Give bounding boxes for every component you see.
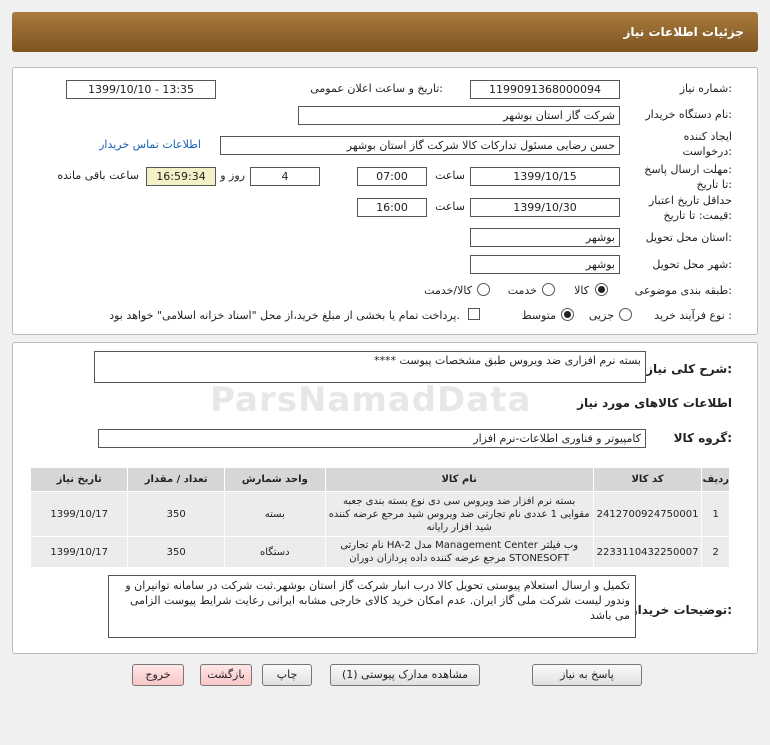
- cell-date: 1399/10/17: [29, 536, 129, 568]
- requester-label-2: درخواست:: [682, 145, 733, 158]
- need-number-label: شماره نیاز:: [679, 82, 732, 95]
- summary-field[interactable]: بسته نرم افزاری ضد ویروس طبق مشخصات پیوس…: [94, 351, 646, 383]
- buyer-notes-label: توضیحات خریدار:: [630, 603, 732, 617]
- process-radio-medium[interactable]: [561, 308, 574, 321]
- goods-info-title: اطلاعات کالاهای مورد نیاز: [577, 396, 732, 410]
- announce-label: تاریخ و ساعت اعلان عمومی:: [310, 82, 443, 95]
- buyer-org-field[interactable]: شرکت گاز استان بوشهر: [298, 106, 620, 125]
- province-field[interactable]: بوشهر: [470, 228, 620, 247]
- treasury-payment-checkbox[interactable]: [468, 308, 480, 320]
- category-radio-service[interactable]: [542, 283, 555, 296]
- table-row[interactable]: 2 2233110432250007 وب فیلتر Management C…: [29, 536, 730, 568]
- col-qty: تعداد / مقدار: [127, 467, 225, 492]
- category-option-service: خدمت: [507, 284, 537, 297]
- category-label: طبقه بندی موضوعی:: [634, 284, 732, 297]
- need-number-field[interactable]: 1199091368000094: [470, 80, 620, 99]
- buyer-org-label: نام دستگاه خریدار:: [645, 108, 732, 121]
- group-label: گروه کالا:: [673, 431, 732, 445]
- validity-date-field[interactable]: 1399/10/30: [470, 198, 620, 217]
- process-radio-minor[interactable]: [619, 308, 632, 321]
- cell-date: 1399/10/17: [29, 491, 129, 537]
- cell-code: 2233110432250007: [592, 536, 703, 568]
- deadline-time-field[interactable]: 07:00: [357, 167, 427, 186]
- deadline-label-1: مهلت ارسال پاسخ:: [644, 163, 732, 176]
- cell-qty: 350: [127, 491, 225, 537]
- summary-label: شرح کلی نیاز:: [646, 362, 732, 376]
- remaining-label: ساعت باقی مانده: [57, 169, 139, 182]
- requester-field[interactable]: حسن رضایی مسئول تدارکات کالا شرکت گاز اس…: [220, 136, 620, 155]
- col-row: ردیف: [701, 467, 730, 492]
- cell-row: 1: [701, 491, 730, 537]
- requester-label-1: ایجاد کننده: [683, 130, 732, 143]
- print-button[interactable]: چاپ: [262, 664, 312, 686]
- col-code: کد کالا: [592, 467, 703, 492]
- category-option-goods: کالا: [574, 284, 589, 297]
- table-header-row: ردیف کد کالا نام کالا واحد شمارش تعداد /…: [29, 467, 730, 492]
- cell-unit: دستگاه: [223, 536, 326, 568]
- validity-label-2: قیمت: تا تاریخ:: [663, 209, 732, 222]
- process-option-minor: جزیی: [588, 309, 614, 322]
- cell-unit: بسته: [223, 491, 326, 537]
- process-label: نوع فرآیند خرید :: [654, 309, 732, 322]
- deadline-label-2: تا تاریخ:: [696, 178, 732, 191]
- cell-name: وب فیلتر Management Center مدل HA-2 نام …: [324, 536, 594, 568]
- items-table: ردیف کد کالا نام کالا واحد شمارش تعداد /…: [29, 467, 730, 568]
- remaining-time-field: 16:59:34: [146, 167, 216, 186]
- process-option-medium: متوسط: [521, 309, 556, 322]
- exit-button[interactable]: خروج: [132, 664, 184, 686]
- category-option-both: کالا/خدمت: [424, 284, 472, 297]
- cell-code: 2412700924750001: [592, 491, 703, 537]
- days-field[interactable]: 4: [250, 167, 320, 186]
- page-title: جزئیات اطلاعات نیاز: [623, 25, 744, 39]
- table-row[interactable]: 1 2412700924750001 بسته نرم افزار ضد ویر…: [29, 491, 730, 537]
- payment-note: پرداخت تمام یا بخشی از مبلغ خرید،از محل …: [109, 309, 460, 322]
- validity-label-1: حداقل تاریخ اعتبار: [648, 194, 732, 207]
- city-label: شهر محل تحویل:: [652, 258, 732, 271]
- validity-time-label: ساعت: [435, 200, 465, 213]
- header-bar: جزئیات اطلاعات نیاز: [12, 12, 758, 52]
- announce-field[interactable]: 1399/10/10 - 13:35: [66, 80, 216, 99]
- category-radio-goods[interactable]: [595, 283, 608, 296]
- days-label: روز و: [220, 169, 245, 182]
- contact-info-link[interactable]: اطلاعات تماس خریدار: [99, 138, 201, 151]
- col-unit: واحد شمارش: [223, 467, 326, 492]
- validity-time-field[interactable]: 16:00: [357, 198, 427, 217]
- buyer-notes-field[interactable]: تکمیل و ارسال استعلام پیوستی تحویل کالا …: [108, 575, 636, 638]
- deadline-time-label: ساعت: [435, 169, 465, 182]
- col-date: تاریخ نیاز: [29, 467, 129, 492]
- cell-qty: 350: [127, 536, 225, 568]
- reply-button[interactable]: پاسخ به نیاز: [532, 664, 642, 686]
- col-name: نام کالا: [324, 467, 594, 492]
- back-button[interactable]: بازگشت: [200, 664, 252, 686]
- attachments-button[interactable]: مشاهده مدارک پیوستی (1): [330, 664, 480, 686]
- deadline-date-field[interactable]: 1399/10/15: [470, 167, 620, 186]
- cell-row: 2: [701, 536, 730, 568]
- cell-name: بسته نرم افزار ضد ویروس سی دی نوع بسته ب…: [324, 491, 594, 537]
- category-radio-both[interactable]: [477, 283, 490, 296]
- province-label: استان محل تحویل:: [645, 231, 732, 244]
- city-field[interactable]: بوشهر: [470, 255, 620, 274]
- group-field[interactable]: کامپیوتر و فناوری اطلاعات-نرم افزار: [98, 429, 646, 448]
